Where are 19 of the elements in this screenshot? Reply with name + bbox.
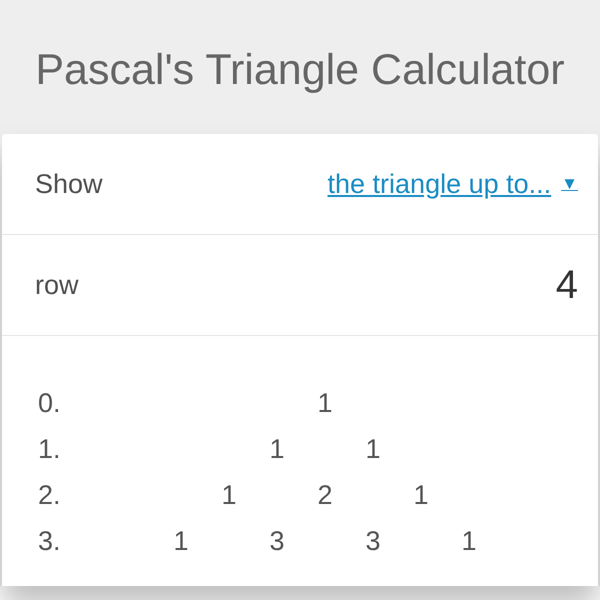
triangle-value: 1 [460,524,478,558]
triangle-value: 1 [268,432,286,466]
row-number: 1. [38,432,62,466]
triangle-value: 3 [364,524,382,558]
triangle-value: 1 [316,386,334,420]
row-number: 0. [38,386,62,420]
triangle-value: 2 [316,478,334,512]
triangle-value: 1 [220,478,238,512]
triangle-value: 1 [172,524,190,558]
page-title: Pascal's Triangle Calculator [34,45,566,96]
row-number: 2. [38,478,62,512]
field-label: Show [35,168,103,201]
show-dropdown[interactable]: the triangle up to... ▼ [328,164,578,204]
field-label: row [35,268,79,302]
triangle-value: 1 [412,478,430,512]
row-number: 3. [38,524,62,558]
row-input[interactable]: 4 [378,255,578,315]
triangle-value: 3 [268,524,286,558]
triangle-value: 1 [364,432,382,466]
